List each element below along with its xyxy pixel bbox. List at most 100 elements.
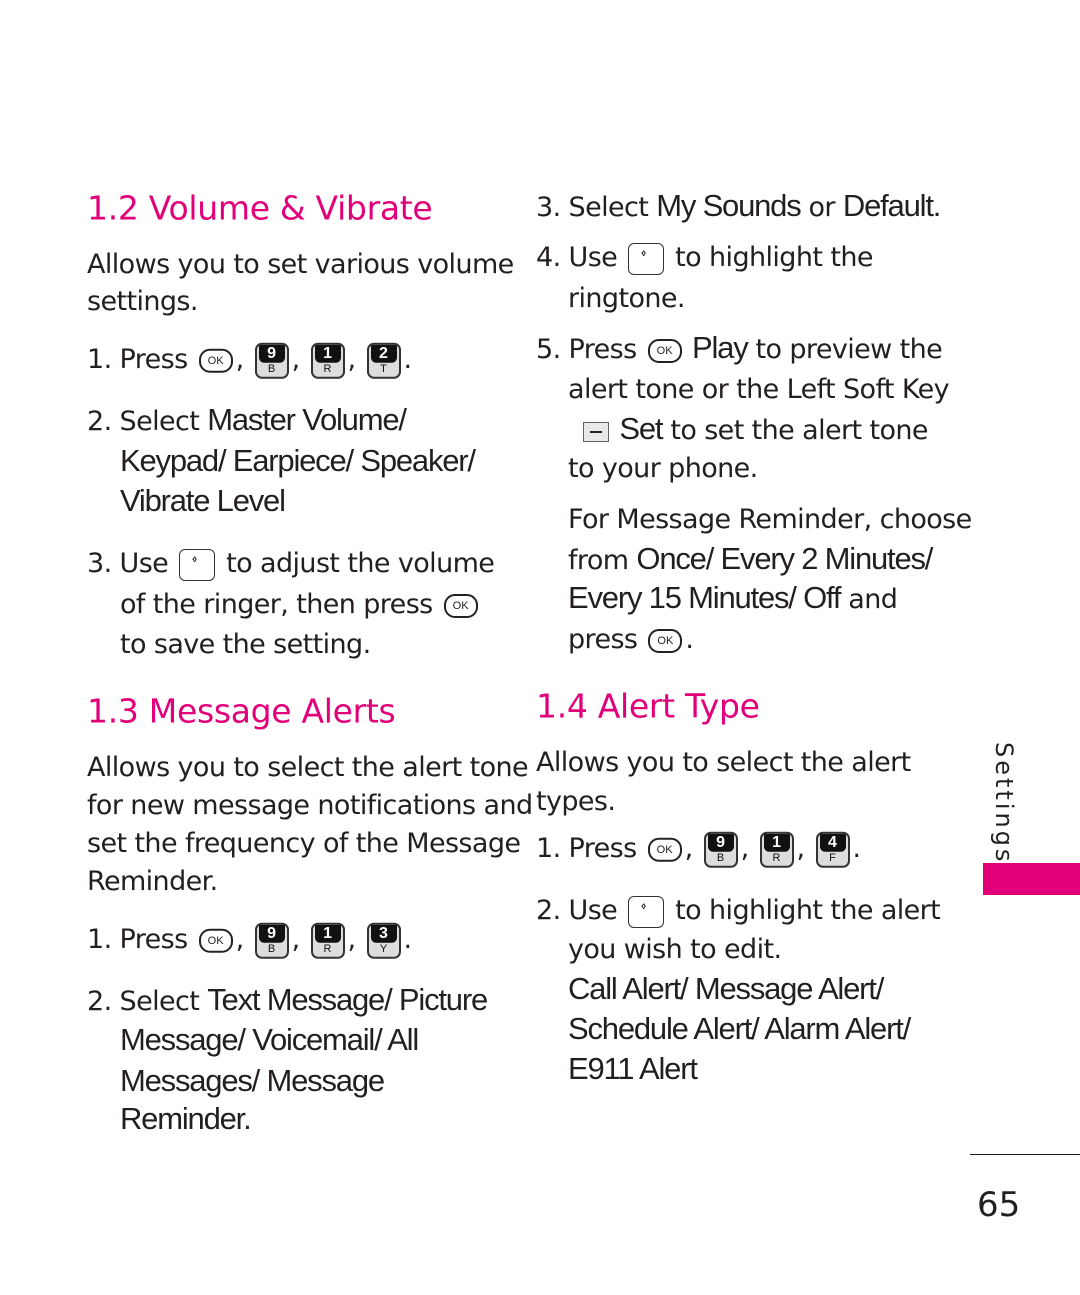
text-line: press OK. xyxy=(568,622,694,658)
text-line: alert tone or the Left Soft Key xyxy=(568,372,950,408)
body-text: to highlight the alert xyxy=(667,895,941,926)
key-digit: 4 xyxy=(819,833,846,852)
heading-text: 1.3 Message Alerts xyxy=(87,691,396,731)
text-line: 2. Select Master Volume/ xyxy=(87,402,407,440)
page-number: 65 xyxy=(977,1185,1021,1225)
body-text: , xyxy=(235,923,252,955)
text-line: Message/ Voicemail/ All xyxy=(120,1022,419,1060)
menu-option-text: Play xyxy=(684,330,749,365)
key-digit: 1 xyxy=(763,833,790,852)
body-text: set the frequency of the Message xyxy=(87,828,521,859)
body-text: 3. Use xyxy=(87,548,177,579)
body-text: to your phone. xyxy=(568,453,758,484)
number-key-icon: 9B xyxy=(703,831,738,868)
body-text: . xyxy=(403,923,413,955)
body-text: For Message Reminder, choose xyxy=(568,504,972,535)
text-line: 2. Select Text Message/ Picture xyxy=(87,982,488,1020)
menu-option-text: Default. xyxy=(842,188,941,223)
body-text: 2. Use xyxy=(536,895,626,926)
text-line: of the ringer, then press OK xyxy=(120,587,481,623)
text-line: 3. Select My Sounds or Default. xyxy=(536,188,941,226)
text-line: E911 Alert xyxy=(568,1051,698,1089)
text-line: you wish to edit. xyxy=(568,932,782,968)
text-line: Keypad/ Earpiece/ Speaker/ xyxy=(120,443,476,481)
body-text: ringtone. xyxy=(568,283,685,314)
key-digit: 9 xyxy=(258,344,285,363)
body-text: of the ringer, then press xyxy=(120,589,441,620)
text-line: Vibrate Level xyxy=(120,483,286,521)
key-digit: 2 xyxy=(370,344,397,363)
key-letter: B xyxy=(716,851,725,864)
body-text: 4. Use xyxy=(536,242,626,273)
menu-option-text: My Sounds xyxy=(656,188,801,223)
text-line: 1. Press OK, 9B, 1R, 4F. xyxy=(536,831,861,868)
text-line: Allows you to select the alert tone xyxy=(87,750,529,786)
ok-key-icon: OK xyxy=(647,837,682,862)
navigation-key-icon xyxy=(628,240,665,278)
menu-option-text: Once/ Every 2 Minutes/ xyxy=(636,541,933,576)
body-text: to adjust the volume xyxy=(218,548,495,579)
text-line: set the frequency of the Message xyxy=(87,826,521,862)
body-text: 1. Press xyxy=(87,343,196,375)
text-line: Allows you to select the alert xyxy=(536,745,911,781)
heading-text: 1.2 Volume & Vibrate xyxy=(87,188,433,228)
number-key-icon: 2T xyxy=(366,342,401,379)
body-text: 1. Press xyxy=(536,832,645,864)
key-digit: 1 xyxy=(314,344,341,363)
body-text: 2. Select xyxy=(87,986,208,1017)
ok-key-icon: OK xyxy=(648,628,683,653)
ok-key-icon: OK xyxy=(647,338,682,363)
body-text: alert tone or the Left Soft Key xyxy=(568,374,950,405)
ok-key-icon: OK xyxy=(198,348,233,373)
body-text: . xyxy=(685,624,694,655)
text-line: Reminder. xyxy=(87,864,218,900)
body-text: to save the setting. xyxy=(120,629,371,660)
section-heading: 1.4 Alert Type xyxy=(536,686,760,728)
text-line: Messages/ Message xyxy=(120,1063,385,1101)
menu-option-text: Keypad/ Earpiece/ Speaker/ xyxy=(120,443,476,478)
section-heading: 1.3 Message Alerts xyxy=(87,691,396,733)
text-line: For Message Reminder, choose xyxy=(568,502,972,538)
body-text: , xyxy=(235,343,252,375)
body-text: press xyxy=(568,624,646,655)
number-key-icon: 1R xyxy=(759,831,794,868)
text-line: ringtone. xyxy=(568,281,685,317)
body-text: 2. Select xyxy=(87,406,208,437)
menu-option-text: Every 15 Minutes/ Off xyxy=(568,580,842,615)
body-text: , xyxy=(347,923,364,955)
menu-option-text: Reminder. xyxy=(120,1101,252,1136)
menu-option-text: Set xyxy=(612,411,663,446)
body-text: and xyxy=(840,584,898,615)
menu-option-text: Call Alert/ Message Alert/ xyxy=(568,971,884,1006)
ok-key-icon: OK xyxy=(443,593,478,618)
body-text: Allows you to select the alert xyxy=(536,747,911,778)
number-key-icon: 9B xyxy=(254,922,289,959)
section-heading: 1.2 Volume & Vibrate xyxy=(87,188,433,230)
text-line: to save the setting. xyxy=(120,627,371,663)
ok-key-icon: OK xyxy=(198,928,233,953)
body-text: . xyxy=(403,343,413,375)
key-digit: 9 xyxy=(707,833,734,852)
number-key-icon: 3Y xyxy=(366,922,401,959)
body-text: , xyxy=(291,343,308,375)
body-text: , xyxy=(796,832,813,864)
body-text: , xyxy=(347,343,364,375)
number-key-icon: 1R xyxy=(310,922,345,959)
navigation-key-icon xyxy=(628,893,665,931)
menu-option-text: Messages/ Message xyxy=(120,1063,385,1098)
heading-text: 1.4 Alert Type xyxy=(536,686,760,726)
text-line: to your phone. xyxy=(568,451,758,487)
text-line: for new message notifications and xyxy=(87,788,533,824)
menu-option-text: E911 Alert xyxy=(568,1051,698,1086)
key-digit: 1 xyxy=(314,924,341,943)
key-letter: R xyxy=(323,362,332,375)
key-letter: F xyxy=(829,851,836,864)
body-text: , xyxy=(684,832,701,864)
body-text: 3. Select xyxy=(536,192,657,223)
body-text: , xyxy=(740,832,757,864)
body-text: Allows you to set various volume xyxy=(87,249,514,280)
navigation-key-icon xyxy=(179,546,216,584)
text-line: 5. Press OK Play to preview the xyxy=(536,330,943,368)
key-digit: 9 xyxy=(258,924,285,943)
text-line: types. xyxy=(536,784,616,820)
